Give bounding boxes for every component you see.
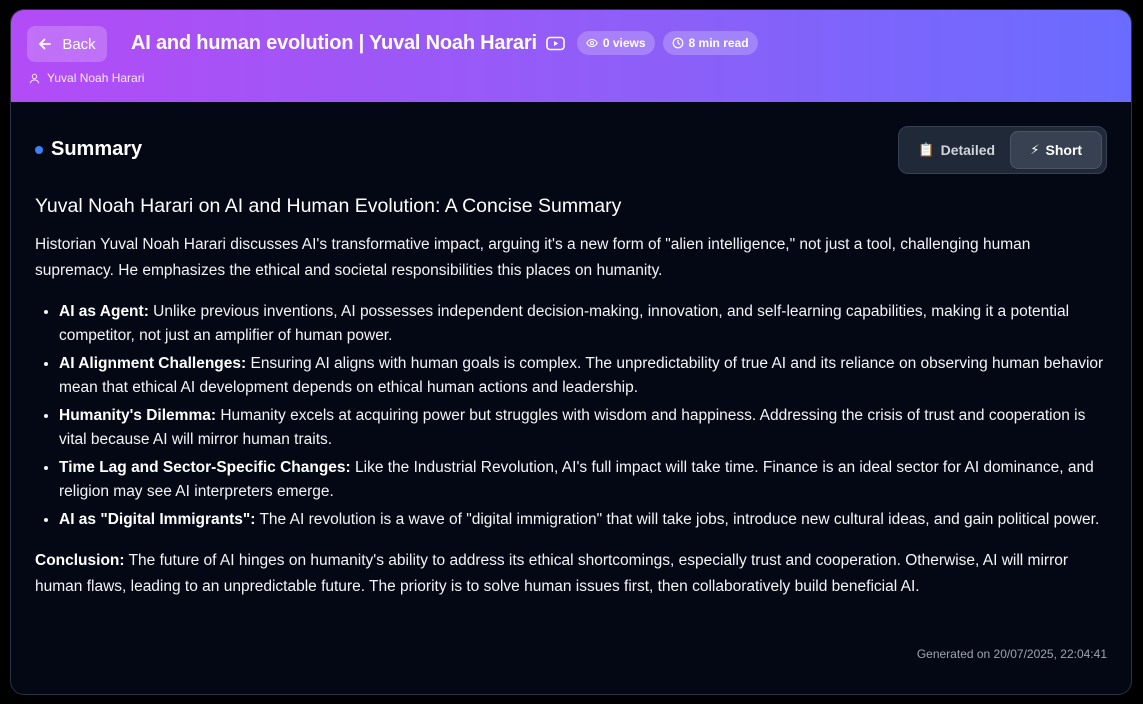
list-item: AI as Agent: Unlike previous inventions,…: [59, 300, 1111, 348]
summary-mode-toggle: 📋 Detailed ⚡ Short: [898, 126, 1107, 174]
point-text: Unlike previous inventions, AI possesses…: [59, 303, 1070, 344]
list-item: Humanity's Dilemma: Humanity excels at a…: [59, 404, 1111, 452]
conclusion-term: Conclusion:: [35, 552, 125, 569]
list-item: AI Alignment Challenges: Ensuring AI ali…: [59, 352, 1111, 400]
point-text: The AI revolution is a wave of "digital …: [255, 511, 1100, 528]
back-label: Back: [62, 35, 96, 53]
summary-title: Summary: [51, 138, 143, 160]
short-mode-button[interactable]: ⚡ Short: [1010, 131, 1102, 169]
lightning-icon: ⚡: [1030, 142, 1040, 157]
conclusion-text: The future of AI hinges on humanity's ab…: [35, 552, 1069, 595]
title-row: AI and human evolution | Yuval Noah Hara…: [131, 30, 758, 56]
video-title: AI and human evolution | Yuval Noah Hara…: [131, 31, 537, 54]
read-time: 8 min read: [688, 36, 749, 50]
author-row: Yuval Noah Harari: [29, 71, 144, 85]
key-points-list: AI as Agent: Unlike previous inventions,…: [59, 300, 1111, 532]
short-label: Short: [1045, 142, 1083, 158]
summary-article: Yuval Noah Harari on AI and Human Evolut…: [35, 194, 1111, 600]
clipboard-icon: 📋: [918, 142, 935, 157]
youtube-icon: [546, 36, 565, 51]
arrow-left-icon: [39, 38, 52, 50]
clock-icon: [672, 37, 683, 49]
point-term: AI Alignment Challenges:: [59, 355, 247, 372]
summary-window: Back AI and human evolution | Yuval Noah…: [10, 9, 1132, 695]
eye-icon: [585, 38, 598, 48]
detailed-label: Detailed: [940, 142, 996, 158]
article-title: Yuval Noah Harari on AI and Human Evolut…: [35, 195, 622, 217]
point-term: Time Lag and Sector-Specific Changes:: [59, 459, 351, 476]
back-button[interactable]: Back: [27, 26, 107, 62]
video-header: Back AI and human evolution | Yuval Noah…: [11, 10, 1131, 102]
views-count: 0 views: [602, 36, 646, 50]
article-conclusion: Conclusion: The future of AI hinges on h…: [35, 548, 1111, 600]
read-time-badge: 8 min read: [662, 31, 758, 55]
views-badge: 0 views: [576, 31, 655, 55]
point-term: AI as "Digital Immigrants":: [59, 511, 256, 528]
accent-dot: [35, 145, 43, 154]
point-term: AI as Agent:: [59, 303, 149, 320]
point-term: Humanity's Dilemma:: [59, 407, 217, 424]
generated-timestamp: Generated on 20/07/2025, 22:04:41: [916, 647, 1107, 661]
article-intro: Historian Yuval Noah Harari discusses AI…: [35, 236, 1031, 279]
summary-heading: Summary: [35, 138, 142, 161]
list-item: Time Lag and Sector-Specific Changes: Li…: [59, 456, 1111, 504]
detailed-mode-button[interactable]: 📋 Detailed: [903, 131, 1010, 169]
list-item: AI as "Digital Immigrants": The AI revol…: [59, 508, 1111, 532]
user-icon: [29, 73, 40, 83]
author-name: Yuval Noah Harari: [47, 71, 145, 85]
